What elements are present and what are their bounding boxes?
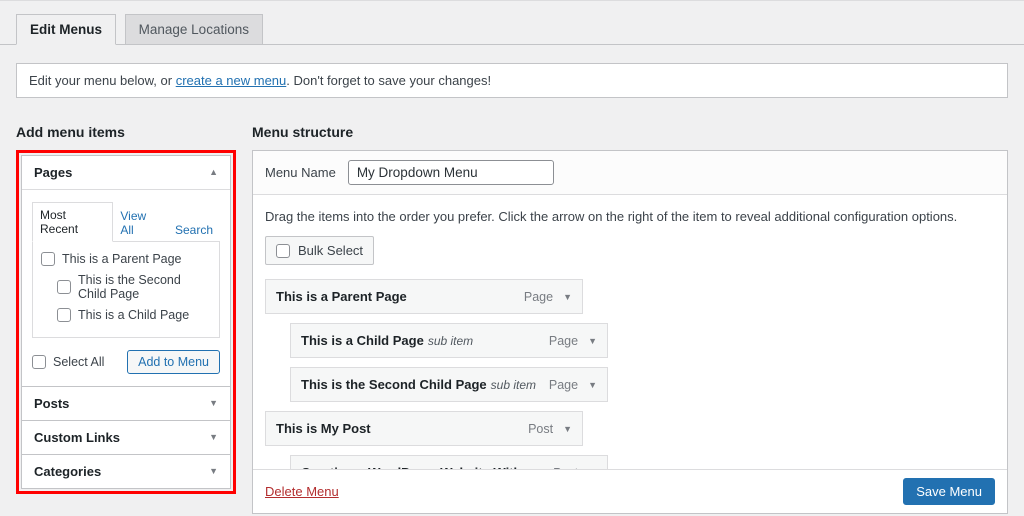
pages-panel: Pages ▲ Most Recent View All Search T [21,155,231,387]
highlight-box: Pages ▲ Most Recent View All Search T [16,150,236,494]
menu-item-subitem-label: sub item [491,378,536,392]
chevron-down-icon[interactable]: ▼ [209,399,218,408]
page-checklist: This is a Parent Page This is the Second… [32,241,220,338]
menu-item-title: This is the Second Child Page [301,377,487,392]
categories-panel: Categories ▼ [21,455,231,489]
page-checkbox-label: This is the Second Child Page [78,273,211,301]
save-menu-button[interactable]: Save Menu [903,478,995,505]
tab-view-all[interactable]: View All [113,204,168,242]
add-menu-items-heading: Add menu items [16,124,236,140]
custom-links-panel: Custom Links ▼ [21,421,231,455]
menu-name-label: Menu Name [265,165,336,180]
bulk-select-checkbox[interactable] [276,244,290,258]
chevron-down-icon[interactable]: ▼ [209,433,218,442]
pages-panel-label: Pages [34,165,72,180]
menu-item-title: This is My Post [276,421,371,436]
screen-tabs: Edit Menus Manage Locations [0,1,1024,45]
page-checkbox-label: This is a Parent Page [62,252,182,266]
tab-manage-locations[interactable]: Manage Locations [125,14,263,45]
tab-edit-menus[interactable]: Edit Menus [16,14,116,45]
page-checkbox-label: This is a Child Page [78,308,189,322]
tab-search[interactable]: Search [168,218,220,242]
menu-name-input[interactable] [348,160,554,185]
add-menu-items-column: Add menu items Pages ▲ Most Recent View … [16,124,236,494]
menu-structure-heading: Menu structure [252,124,1008,140]
menu-structure-column: Menu structure Menu Name Drag the items … [252,124,1008,514]
posts-panel: Posts ▼ [21,387,231,421]
menu-item-text: This is a Child Page sub item [301,333,473,348]
categories-panel-header[interactable]: Categories ▼ [22,455,230,488]
pages-panel-header[interactable]: Pages ▲ [22,156,230,190]
bulk-select-label: Bulk Select [298,243,363,258]
create-new-menu-link[interactable]: create a new menu [176,73,287,88]
menu-item-bar[interactable]: This is My Post Post ▼ [265,411,583,446]
menu-instructions: Drag the items into the order you prefer… [253,195,1007,234]
notice-banner: Edit your menu below, or create a new me… [16,63,1008,98]
chevron-down-icon[interactable]: ▼ [563,293,572,302]
custom-links-panel-label: Custom Links [34,430,120,445]
page-checklist-item: This is a Parent Page [41,252,211,266]
pages-panel-body: Most Recent View All Search This is a Pa… [22,190,230,386]
menu-item-type: Post [528,422,553,436]
menu-item-type: Page [549,378,578,392]
bulk-select-toggle[interactable]: Bulk Select [265,236,374,265]
menu-item-title: This is a Parent Page [276,289,407,304]
delete-menu-link[interactable]: Delete Menu [265,484,339,499]
menu-item-meta: Page ▼ [549,334,597,348]
notice-text-pre: Edit your menu below, or [29,73,176,88]
menu-item-subitem-label: sub item [428,334,473,348]
menu-item-bar[interactable]: This is the Second Child Page sub item Pa… [290,367,608,402]
select-all-label: Select All [53,355,104,369]
add-to-menu-button[interactable]: Add to Menu [127,350,220,374]
menu-item-text: This is My Post [276,421,375,436]
content-columns: Add menu items Pages ▲ Most Recent View … [0,124,1024,514]
categories-panel-label: Categories [34,464,101,479]
wp-edit-menus-page: Edit Menus Manage Locations Edit your me… [0,0,1024,516]
chevron-down-icon[interactable]: ▼ [209,467,218,476]
menu-structure-box: Menu Name Drag the items into the order … [252,150,1008,514]
page-checkbox[interactable] [57,280,71,294]
tab-most-recent[interactable]: Most Recent [32,202,113,242]
pages-filter-tabs: Most Recent View All Search [32,202,220,242]
menu-name-row: Menu Name [253,151,1007,195]
page-checkbox[interactable] [41,252,55,266]
menu-item-meta: Page ▼ [549,378,597,392]
posts-panel-header[interactable]: Posts ▼ [22,387,230,420]
page-checklist-item: This is the Second Child Page [57,273,211,301]
menu-item-bar[interactable]: This is a Parent Page Page ▼ [265,279,583,314]
custom-links-panel-header[interactable]: Custom Links ▼ [22,421,230,454]
menu-item-text: This is a Parent Page [276,289,411,304]
chevron-down-icon[interactable]: ▼ [588,337,597,346]
menu-footer: Delete Menu Save Menu [253,469,1007,513]
menu-item-bar[interactable]: This is a Child Page sub item Page ▼ [290,323,608,358]
notice-text-post: . Don't forget to save your changes! [286,73,491,88]
chevron-up-icon[interactable]: ▲ [209,168,218,177]
page-checkbox[interactable] [57,308,71,322]
menu-item-type: Page [549,334,578,348]
select-all-control: Select All [32,355,104,369]
menu-item-meta: Page ▼ [524,290,572,304]
page-checklist-item: This is a Child Page [57,308,211,322]
pages-panel-actions: Select All Add to Menu [32,350,220,374]
menu-item-text: This is the Second Child Page sub item [301,377,536,392]
menu-item-title: This is a Child Page [301,333,424,348]
menu-item-meta: Post ▼ [528,422,572,436]
chevron-down-icon[interactable]: ▼ [588,381,597,390]
posts-panel-label: Posts [34,396,69,411]
menu-item-type: Page [524,290,553,304]
chevron-down-icon[interactable]: ▼ [563,425,572,434]
select-all-checkbox[interactable] [32,355,46,369]
